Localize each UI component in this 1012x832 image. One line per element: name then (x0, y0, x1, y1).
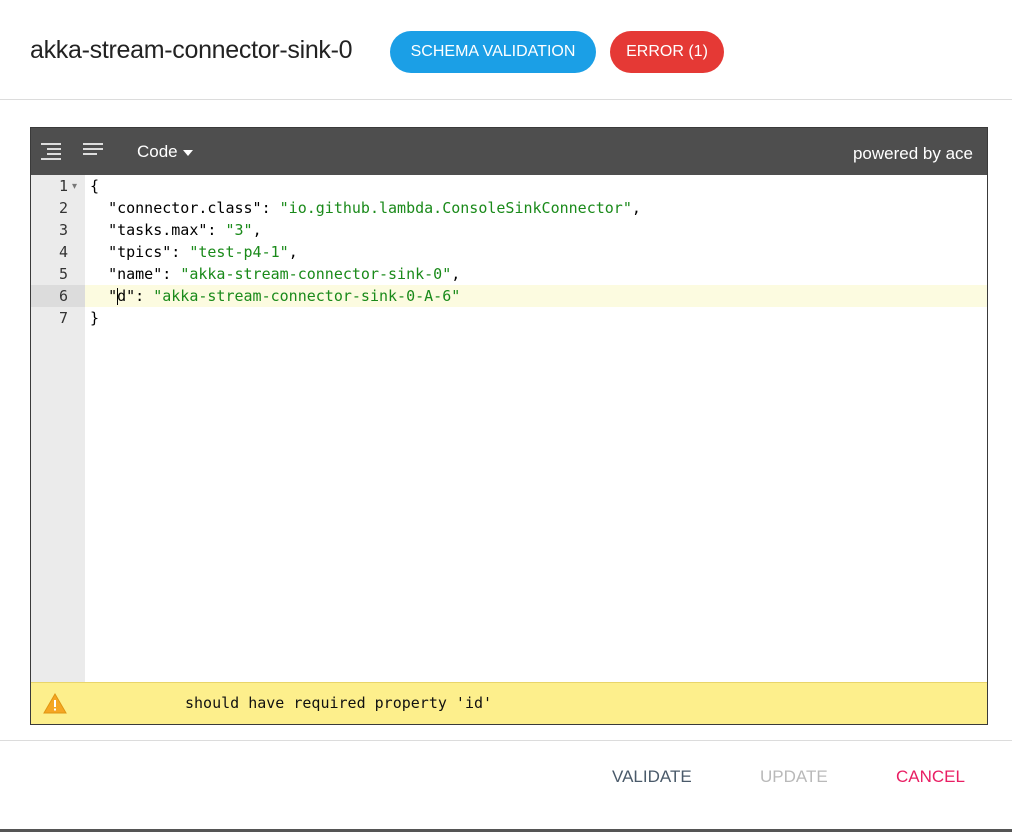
colon: : (171, 243, 190, 261)
caret-down-icon (182, 149, 193, 156)
line-number-gutter: 1 ▾ 2 3 4 5 6 7 (31, 175, 85, 682)
update-button[interactable]: UPDATE (760, 767, 828, 787)
colon: : (135, 287, 154, 305)
open-brace: { (90, 177, 100, 195)
code-line: { (90, 175, 99, 197)
connector-title: akka-stream-connector-sink-0 (30, 36, 353, 64)
line-number: 6 (58, 287, 68, 305)
code-line: "name": "akka-stream-connector-sink-0", (90, 263, 460, 285)
code-text-area[interactable]: { "connector.class": "io.github.lambda.C… (85, 175, 987, 682)
json-value: "test-p4-1" (189, 243, 289, 261)
warning-icon (43, 693, 67, 719)
comma: , (252, 221, 262, 239)
comma: , (631, 199, 641, 217)
code-line: } (90, 307, 99, 329)
line-number: 2 (58, 199, 68, 217)
dialog-header: akka-stream-connector-sink-0 SCHEMA VALI… (0, 0, 1012, 100)
code-line: "tpics": "test-p4-1", (90, 241, 298, 263)
json-value: "akka-stream-connector-sink-0-A-6" (153, 287, 461, 305)
line-number: 1 (58, 177, 68, 195)
cancel-button[interactable]: CANCEL (896, 767, 965, 787)
fold-arrow-icon[interactable]: ▾ (72, 181, 77, 192)
code-line: "connector.class": "io.github.lambda.Con… (90, 197, 641, 219)
json-key-rest: d" (117, 287, 136, 305)
json-key: "tasks.max" (108, 221, 208, 239)
mode-dropdown[interactable]: Code (137, 142, 193, 162)
validation-message: should have required property 'id' (185, 694, 493, 712)
json-value: "io.github.lambda.ConsoleSinkConnector" (279, 199, 632, 217)
line-number: 3 (58, 221, 68, 239)
json-value: "akka-stream-connector-sink-0" (180, 265, 452, 283)
editor-menubar: Code powered by ace (31, 128, 987, 175)
powered-by-ace-link[interactable]: powered by ace (853, 144, 973, 164)
schema-validation-button[interactable]: SCHEMA VALIDATION (390, 31, 596, 73)
json-key: "name" (108, 265, 163, 283)
mode-label: Code (137, 142, 178, 161)
format-json-icon[interactable] (41, 142, 63, 160)
validate-button[interactable]: VALIDATE (612, 767, 692, 787)
line-number: 7 (58, 309, 68, 327)
colon: : (261, 199, 280, 217)
json-key-open-quote: " (108, 287, 118, 305)
json-key: "tpics" (108, 243, 172, 261)
json-editor[interactable]: Code powered by ace 1 ▾ 2 3 4 5 6 7 { "c… (30, 127, 988, 725)
json-value: "3" (225, 221, 253, 239)
compact-json-icon[interactable] (83, 142, 105, 160)
code-line: "tasks.max": "3", (90, 219, 262, 241)
json-key: "connector.class" (108, 199, 262, 217)
colon: : (207, 221, 226, 239)
dialog-footer: VALIDATE UPDATE CANCEL (0, 740, 1012, 832)
line-number: 5 (58, 265, 68, 283)
line-number: 4 (58, 243, 68, 261)
error-count-button[interactable]: ERROR (1) (610, 31, 724, 73)
comma: , (288, 243, 298, 261)
comma: , (451, 265, 461, 283)
code-line: "d": "akka-stream-connector-sink-0-A-6" (90, 285, 460, 307)
colon: : (162, 265, 181, 283)
validation-status-bar: should have required property 'id' (31, 682, 987, 724)
close-brace: } (90, 309, 100, 327)
